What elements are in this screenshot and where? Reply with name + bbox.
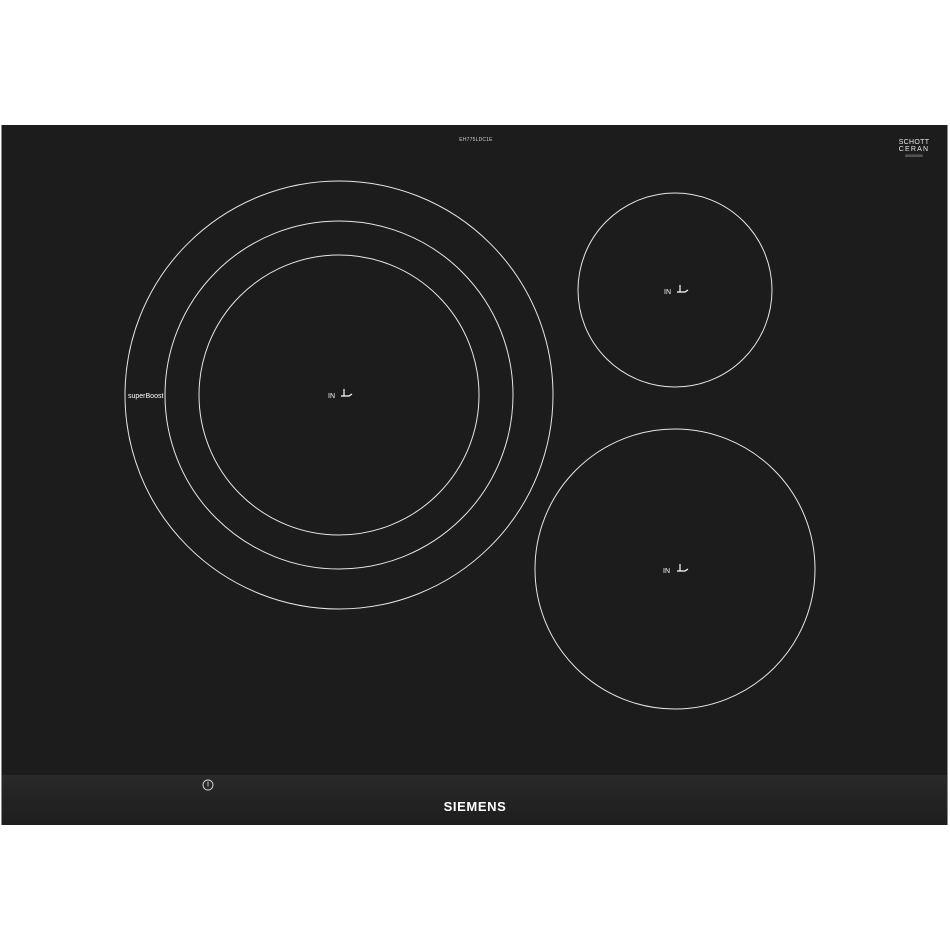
zone-label: IN — [664, 289, 671, 296]
small-cooking-zone[interactable]: IN — [577, 192, 773, 388]
model-code: EH775LDC1E — [459, 137, 493, 143]
zone-middle-ring — [164, 220, 514, 570]
glass-brand-logo: SCHOTT CERAN 000000000 — [890, 139, 938, 159]
superboost-label: superBoost — [128, 393, 163, 400]
glass-brand-line1: SCHOTT — [898, 139, 930, 146]
cookware-on-zone-icon — [677, 285, 689, 293]
brand-logo: SIEMENS — [443, 799, 507, 814]
zone-ring — [577, 192, 773, 388]
zone-label: IN — [328, 393, 335, 400]
glass-code: 000000000 — [905, 154, 923, 158]
large-cooking-zone[interactable]: superBoost IN — [124, 180, 554, 610]
zone-outer-ring — [124, 180, 554, 610]
glass-brand-line2: CERAN — [898, 146, 930, 153]
zone-inner-ring — [198, 254, 480, 536]
zone-ring — [534, 428, 816, 710]
cookware-on-zone-icon — [341, 389, 353, 397]
cookware-on-zone-icon — [677, 564, 689, 572]
zone-label: IN — [663, 568, 670, 575]
product-image: superBoost IN IN IN EH775LDC1E SCHOTT CE… — [0, 0, 950, 950]
medium-cooking-zone[interactable]: IN — [534, 428, 816, 710]
power-button[interactable] — [202, 779, 214, 791]
